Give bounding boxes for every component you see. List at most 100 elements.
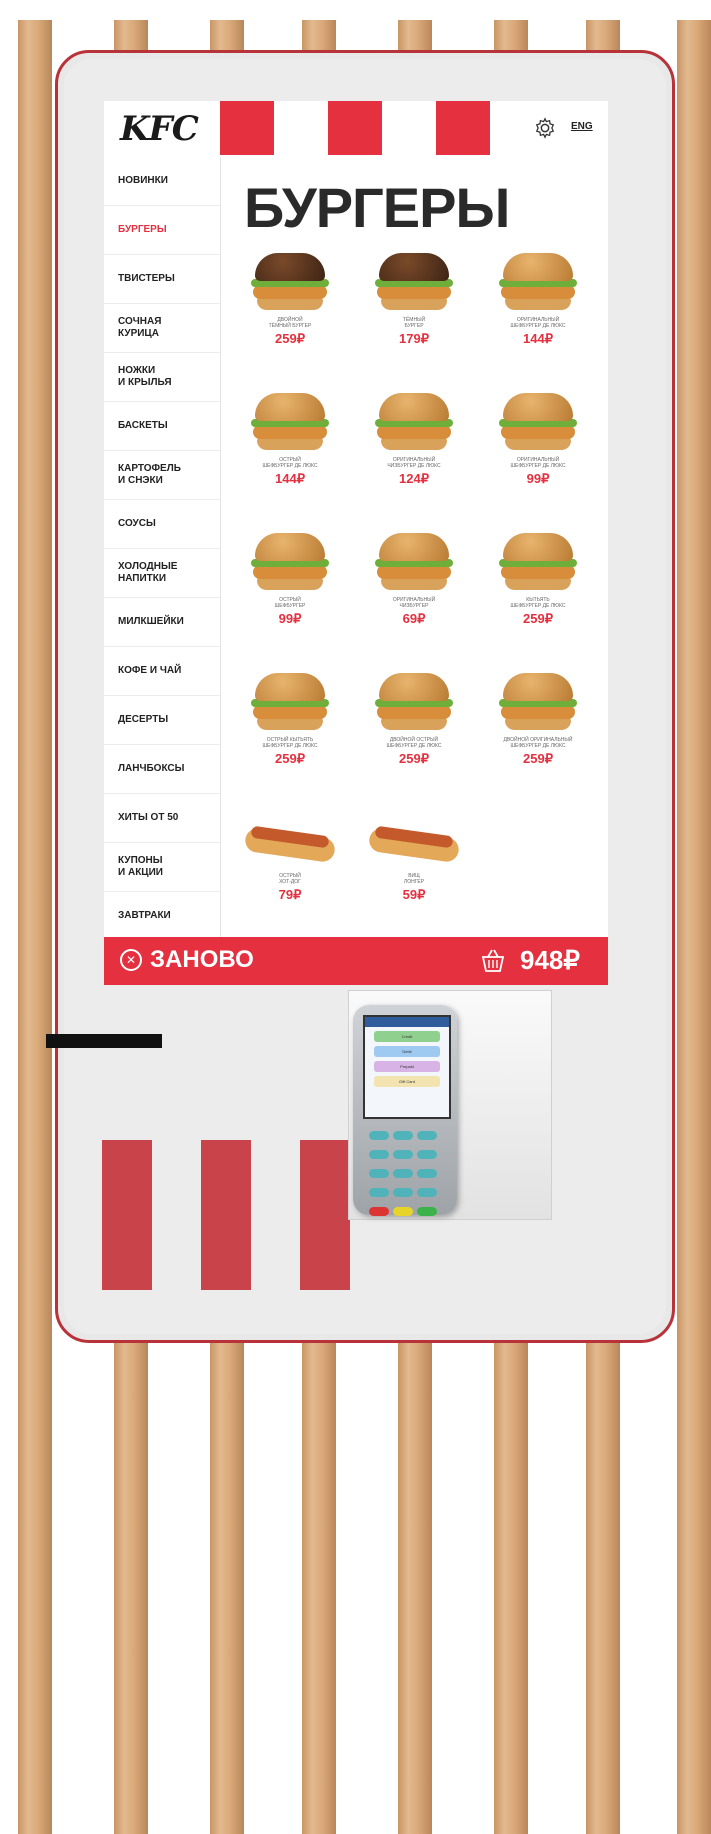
- basket-icon[interactable]: [480, 947, 506, 973]
- burger-image: [371, 253, 457, 313]
- product-name: ОРИГИНАЛЬНЫЙ ЧИЗБУРГЕР: [392, 597, 436, 609]
- product-price: 179₽: [399, 331, 429, 346]
- product-price: 259₽: [275, 331, 305, 346]
- burger-image: [247, 393, 333, 453]
- product-card[interactable]: ОРИГИНАЛЬНЫЙ ЧИЗБУРГЕР 69₽: [354, 533, 474, 627]
- product-price: 69₽: [402, 611, 426, 626]
- product-name: ДВОЙНОЙ ОСТРЫЙ ШЕФБУРГЕР ДЕ ЛЮКС: [386, 737, 442, 749]
- sidebar-item[interactable]: БАСКЕТЫ: [104, 402, 220, 451]
- sidebar-item[interactable]: ЗАВТРАКИ: [104, 892, 220, 941]
- product-price: 79₽: [278, 887, 302, 902]
- product-card[interactable]: ОРИГИНАЛЬНЫЙ ШЕФБУРГЕР ДЕ ЛЮКС 144₽: [478, 253, 598, 347]
- terminal-option-button[interactable]: Prepaid: [374, 1061, 440, 1072]
- burger-image: [247, 533, 333, 593]
- keypad-key[interactable]: [369, 1188, 389, 1197]
- product-card[interactable]: ВИЩ ЛОНГЕР 59₽: [354, 813, 474, 903]
- payment-terminal[interactable]: Credit Debit Prepaid Gift Card: [353, 1005, 457, 1216]
- keypad-key[interactable]: [393, 1150, 413, 1159]
- product-card[interactable]: ДВОЙНОЙ ОРИГИНАЛЬНЫЙ ШЕФБУРГЕР ДЕ ЛЮКС 25…: [478, 673, 598, 767]
- product-name: ОРИГИНАЛЬНЫЙ ШЕФБУРГЕР ДЕ ЛЮКС: [510, 317, 566, 329]
- product-card[interactable]: ДВОЙНОЙ ТЁМНЫЙ БУРГЕР 259₽: [230, 253, 350, 347]
- clear-key[interactable]: [393, 1207, 413, 1216]
- kfc-logo: KFC: [120, 109, 199, 149]
- product-name: ДВОЙНОЙ ТЁМНЫЙ БУРГЕР: [268, 317, 312, 329]
- product-card[interactable]: ОРИГИНАЛЬНЫЙ ЧИЗБУРГЕР ДЕ ЛЮКС 124₽: [354, 393, 474, 487]
- product-price: 59₽: [402, 887, 426, 902]
- terminal-option-button[interactable]: Debit: [374, 1046, 440, 1057]
- product-price: 99₽: [526, 471, 550, 486]
- burger-image: [495, 673, 581, 733]
- keypad-key[interactable]: [369, 1150, 389, 1159]
- product-card[interactable]: ДВОЙНОЙ ОСТРЫЙ ШЕФБУРГЕР ДЕ ЛЮКС 259₽: [354, 673, 474, 767]
- kiosk-screen: KFC ENG НОВИНКИ БУРГЕРЫ ТВИСТЕРЫ СОЧНАЯ КУР…: [104, 101, 608, 985]
- terminal-option-button[interactable]: Credit: [374, 1031, 440, 1042]
- sidebar-item[interactable]: ЛАНЧБОКСЫ: [104, 745, 220, 794]
- sidebar-item[interactable]: ДЕСЕРТЫ: [104, 696, 220, 745]
- cancel-key[interactable]: [369, 1207, 389, 1216]
- brand-stripe: [102, 1140, 152, 1290]
- receipt-slot: [46, 1034, 162, 1048]
- keypad-key[interactable]: [417, 1131, 437, 1140]
- wood-slat: [18, 20, 52, 1834]
- sidebar-item[interactable]: МИЛКШЕЙКИ: [104, 598, 220, 647]
- keypad-key[interactable]: [393, 1188, 413, 1197]
- product-name: ОСТРЫЙ ШЕФБУРГЕР: [274, 597, 306, 609]
- sidebar-item[interactable]: ХОЛОДНЫЕ НАПИТКИ: [104, 549, 220, 598]
- enter-key[interactable]: [417, 1207, 437, 1216]
- burger-image: [371, 673, 457, 733]
- product-name: ОСТРЫЙ ХОТ-ДОГ: [279, 873, 301, 885]
- product-price: 259₽: [275, 751, 305, 766]
- product-price: 259₽: [523, 611, 553, 626]
- burger-image: [247, 673, 333, 733]
- restart-button[interactable]: ЗАНОВО: [150, 946, 254, 974]
- burger-image: [495, 533, 581, 593]
- sidebar-item[interactable]: НОВИНКИ: [104, 157, 220, 206]
- product-card[interactable]: ТЁМНЫЙ БУРГЕР 179₽: [354, 253, 474, 347]
- keypad-key[interactable]: [369, 1169, 389, 1178]
- sidebar-item[interactable]: КАРТОФЕЛЬ И СНЭКИ: [104, 451, 220, 500]
- burger-image: [371, 393, 457, 453]
- product-card[interactable]: ОСТРЫЙ ШЕФБУРГЕР 99₽: [230, 533, 350, 627]
- sidebar-item[interactable]: КОФЕ И ЧАЙ: [104, 647, 220, 696]
- brand-stripe: [201, 1140, 251, 1290]
- product-name: КЫТЬЯТЬ ШЕФБУРГЕР ДЕ ЛЮКС: [510, 597, 566, 609]
- product-card[interactable]: ОСТРЫЙ КЫТЬЯТЬ ШЕФБУРГЕР ДЕ ЛЮКС 259₽: [230, 673, 350, 767]
- language-switch[interactable]: ENG: [571, 121, 593, 132]
- top-bar: KFC ENG: [104, 101, 608, 157]
- sidebar-item[interactable]: НОЖКИ И КРЫЛЬЯ: [104, 353, 220, 402]
- order-total: 948₽: [520, 945, 580, 975]
- product-card[interactable]: КЫТЬЯТЬ ШЕФБУРГЕР ДЕ ЛЮКС 259₽: [478, 533, 598, 627]
- keypad-key[interactable]: [393, 1169, 413, 1178]
- product-name: ВИЩ ЛОНГЕР: [403, 873, 425, 885]
- brand-stripe: [220, 101, 274, 155]
- burger-image: [495, 393, 581, 453]
- terminal-option-button[interactable]: Gift Card: [374, 1076, 440, 1087]
- keypad-key[interactable]: [393, 1131, 413, 1140]
- order-bar: ✕ ЗАНОВО 948₽: [104, 937, 608, 985]
- sidebar-item[interactable]: КУПОНЫ И АКЦИИ: [104, 843, 220, 892]
- hotdog-image: [243, 819, 337, 869]
- keypad-key[interactable]: [369, 1131, 389, 1140]
- product-card[interactable]: ОСТРЫЙ ШЕФБУРГЕР ДЕ ЛЮКС 144₽: [230, 393, 350, 487]
- keypad-key[interactable]: [417, 1169, 437, 1178]
- product-card[interactable]: ОРИГИНАЛЬНЫЙ ШЕФБУРГЕР ДЕ ЛЮКС 99₽: [478, 393, 598, 487]
- sidebar-item[interactable]: ТВИСТЕРЫ: [104, 255, 220, 304]
- keypad-key[interactable]: [417, 1188, 437, 1197]
- product-name: ОСТРЫЙ КЫТЬЯТЬ ШЕФБУРГЕР ДЕ ЛЮКС: [262, 737, 318, 749]
- sidebar-item[interactable]: БУРГЕРЫ: [104, 206, 220, 255]
- product-name: ОСТРЫЙ ШЕФБУРГЕР ДЕ ЛЮКС: [262, 457, 318, 469]
- brand-stripe: [328, 101, 382, 155]
- close-icon[interactable]: ✕: [120, 949, 142, 971]
- product-card[interactable]: ОСТРЫЙ ХОТ-ДОГ 79₽: [230, 813, 350, 903]
- wood-slat: [677, 20, 711, 1834]
- product-name: ДВОЙНОЙ ОРИГИНАЛЬНЫЙ ШЕФБУРГЕР ДЕ ЛЮКС: [503, 737, 573, 749]
- sidebar-item[interactable]: СОУСЫ: [104, 500, 220, 549]
- category-sidebar: НОВИНКИ БУРГЕРЫ ТВИСТЕРЫ СОЧНАЯ КУРИЦА НОЖКИ…: [104, 157, 221, 985]
- sidebar-item[interactable]: СОЧНАЯ КУРИЦА: [104, 304, 220, 353]
- gear-icon[interactable]: [534, 117, 556, 139]
- product-price: 144₽: [523, 331, 553, 346]
- keypad-key[interactable]: [417, 1150, 437, 1159]
- sidebar-item[interactable]: ХИТЫ ОТ 50: [104, 794, 220, 843]
- brand-stripe: [436, 101, 490, 155]
- product-name: ОРИГИНАЛЬНЫЙ ЧИЗБУРГЕР ДЕ ЛЮКС: [387, 457, 441, 469]
